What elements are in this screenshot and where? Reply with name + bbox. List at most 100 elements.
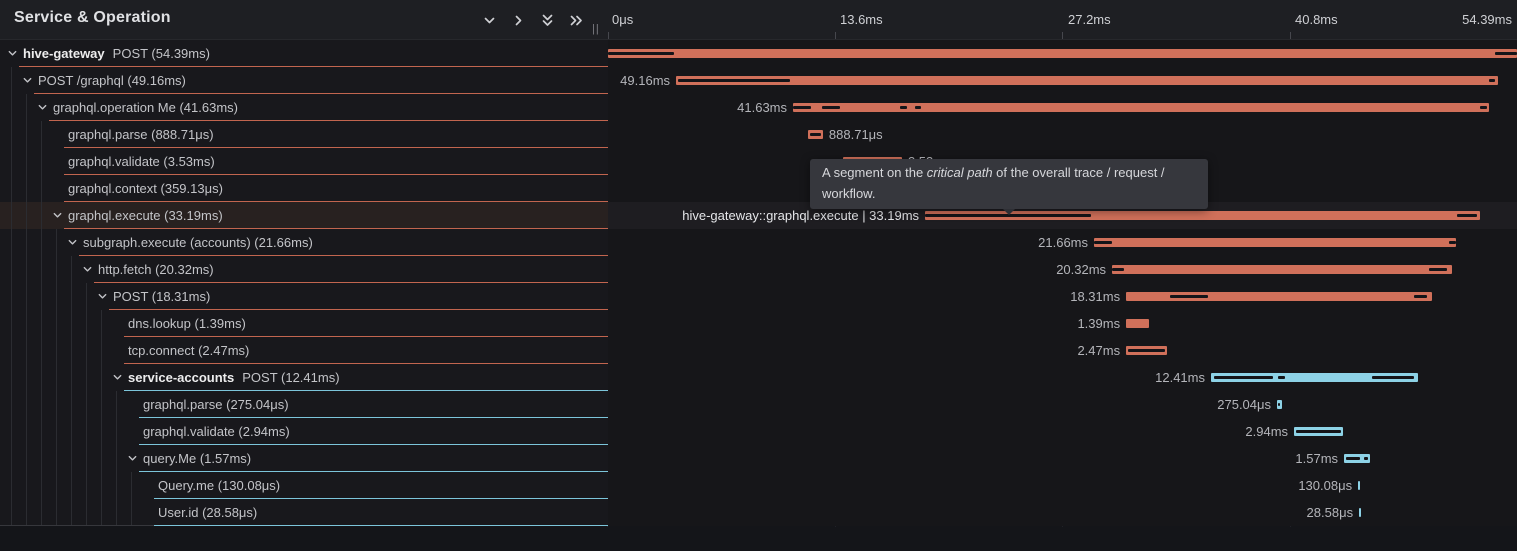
tick-label-3: 40.8ms	[1295, 12, 1338, 27]
expand-all-icon[interactable]	[564, 8, 588, 32]
span-name-cell[interactable]: POST /graphql (49.16ms)	[0, 67, 608, 94]
span-name-cell[interactable]: graphql.execute (33.19ms)	[0, 202, 608, 229]
span-bar-cell[interactable]: 20.32ms	[608, 256, 1517, 283]
indent-guide	[86, 283, 87, 525]
critical-path-segment	[1457, 214, 1477, 217]
chevron-down-icon[interactable]	[6, 47, 19, 60]
span-bar-cell[interactable]: 28.58μs	[608, 499, 1517, 526]
span-row[interactable]: graphql.validate (2.94ms)2.94ms	[0, 418, 1517, 445]
span-label: graphql.validate (3.53ms)	[68, 154, 215, 169]
span-row[interactable]: http.fetch (20.32ms)20.32ms	[0, 256, 1517, 283]
span-row[interactable]: User.id (28.58μs)28.58μs	[0, 499, 1517, 526]
span-bar-cell[interactable]: 21.66ms	[608, 229, 1517, 256]
span-name-cell[interactable]: graphql.parse (888.71μs)	[0, 121, 608, 148]
span-rows: hive-gatewayPOST (54.39ms) POST /graphql …	[0, 40, 1517, 527]
span-name-cell[interactable]: graphql.validate (3.53ms)	[0, 148, 608, 175]
span-row[interactable]: graphql.context (359.13μs)359.13μs	[0, 175, 1517, 202]
chevron-down-icon[interactable]	[36, 101, 49, 114]
span-name-cell[interactable]: dns.lookup (1.39ms)	[0, 310, 608, 337]
span-duration-label: 49.16ms	[620, 73, 670, 88]
span-row[interactable]: Query.me (130.08μs) 130.08μs	[0, 472, 1517, 499]
span-name-cell[interactable]: query.Me (1.57ms)	[0, 445, 608, 472]
span-row[interactable]: graphql.validate (3.53ms)3.53ms	[0, 148, 1517, 175]
span-duration-bar[interactable]	[1094, 238, 1456, 247]
span-name-cell[interactable]: tcp.connect (2.47ms)	[0, 337, 608, 364]
span-bar-cell[interactable]: 1.57ms	[608, 445, 1517, 472]
span-bar-cell[interactable]: 2.47ms	[608, 337, 1517, 364]
critical-path-segment	[793, 106, 811, 109]
span-bar-cell[interactable]: 1.39ms	[608, 310, 1517, 337]
critical-path-segment	[1489, 79, 1496, 82]
span-name-cell[interactable]: graphql.operation Me (41.63ms)	[0, 94, 608, 121]
collapse-all-icon[interactable]	[535, 8, 559, 32]
span-duration-bar[interactable]	[1126, 319, 1149, 328]
span-row[interactable]: service-accountsPOST (12.41ms)12.41ms	[0, 364, 1517, 391]
span-bar-cell[interactable]: 2.94ms	[608, 418, 1517, 445]
tick-label-1: 13.6ms	[840, 12, 883, 27]
span-label: hive-gatewayPOST (54.39ms)	[23, 46, 210, 61]
span-label: Query.me (130.08μs)	[158, 478, 280, 493]
span-duration-bar[interactable]	[676, 76, 1498, 85]
chevron-down-icon[interactable]	[66, 236, 79, 249]
span-name-cell[interactable]: POST (18.31ms)	[0, 283, 608, 310]
span-duration-label: 1.57ms	[1295, 451, 1338, 466]
span-name-cell[interactable]: subgraph.execute (accounts) (21.66ms)	[0, 229, 608, 256]
chevron-down-icon[interactable]	[21, 74, 34, 87]
indent-guide	[116, 391, 117, 525]
chevron-down-icon[interactable]	[81, 263, 94, 276]
span-row[interactable]: dns.lookup (1.39ms)1.39ms	[0, 310, 1517, 337]
chevron-down-icon[interactable]	[96, 290, 109, 303]
span-duration-label: 2.47ms	[1077, 343, 1120, 358]
span-row[interactable]: POST (18.31ms) 18.31ms	[0, 283, 1517, 310]
span-bar-cell[interactable]: 12.41ms	[608, 364, 1517, 391]
indent-guide	[26, 94, 27, 525]
span-row[interactable]: graphql.execute (33.19ms)hive-gateway::g…	[0, 202, 1517, 229]
span-row[interactable]: graphql.parse (275.04μs)275.04μs	[0, 391, 1517, 418]
span-row[interactable]: hive-gatewayPOST (54.39ms)	[0, 40, 1517, 67]
span-bar-cell[interactable]: 130.08μs	[608, 472, 1517, 499]
critical-path-segment	[900, 106, 907, 109]
span-duration-bar[interactable]	[608, 49, 1517, 58]
span-row[interactable]: query.Me (1.57ms) 1.57ms	[0, 445, 1517, 472]
span-bar-cell[interactable]: 49.16ms	[608, 67, 1517, 94]
span-name-cell[interactable]: User.id (28.58μs)	[0, 499, 608, 526]
span-name-cell[interactable]: http.fetch (20.32ms)	[0, 256, 608, 283]
span-row[interactable]: graphql.operation Me (41.63ms)41.63ms	[0, 94, 1517, 121]
span-bar-cell[interactable]	[608, 40, 1517, 67]
span-duration-label: 18.31ms	[1070, 289, 1120, 304]
span-duration-bar[interactable]	[1359, 508, 1361, 517]
span-name-cell[interactable]: graphql.parse (275.04μs)	[0, 391, 608, 418]
panel-resize-handle[interactable]: ||	[592, 23, 600, 35]
span-label: POST /graphql (49.16ms)	[38, 73, 186, 88]
span-duration-bar[interactable]	[1358, 481, 1360, 490]
span-name-cell[interactable]: Query.me (130.08μs)	[0, 472, 608, 499]
span-name-cell[interactable]: graphql.context (359.13μs)	[0, 175, 608, 202]
span-bar-cell[interactable]: 18.31ms	[608, 283, 1517, 310]
span-name-cell[interactable]: hive-gatewayPOST (54.39ms)	[0, 40, 608, 67]
expand-children-icon[interactable]	[506, 8, 530, 32]
span-row[interactable]: graphql.parse (888.71μs) 888.71μs	[0, 121, 1517, 148]
chevron-down-icon[interactable]	[51, 209, 64, 222]
span-duration-label: 888.71μs	[829, 127, 883, 142]
span-name-cell[interactable]: service-accountsPOST (12.41ms)	[0, 364, 608, 391]
service-name: hive-gateway	[23, 46, 105, 61]
trace-header: Service & Operation 0μs 13.6ms 27.2ms 40…	[0, 0, 1517, 40]
tick-mark	[1290, 32, 1291, 39]
span-bar-cell[interactable]: 41.63ms	[608, 94, 1517, 121]
span-duration-label: 21.66ms	[1038, 235, 1088, 250]
collapse-children-icon[interactable]	[477, 8, 501, 32]
span-duration-bar[interactable]	[793, 103, 1489, 112]
span-bar-cell[interactable]: 275.04μs	[608, 391, 1517, 418]
span-row[interactable]: subgraph.execute (accounts) (21.66ms) 21.…	[0, 229, 1517, 256]
chevron-down-icon[interactable]	[111, 371, 124, 384]
service-operation-title: Service & Operation	[14, 9, 171, 27]
span-row[interactable]: POST /graphql (49.16ms) 49.16ms	[0, 67, 1517, 94]
span-row[interactable]: tcp.connect (2.47ms) 2.47ms	[0, 337, 1517, 364]
span-name-cell[interactable]: graphql.validate (2.94ms)	[0, 418, 608, 445]
chevron-down-icon[interactable]	[126, 452, 139, 465]
span-duration-bar[interactable]	[1112, 265, 1452, 274]
critical-path-segment	[1495, 52, 1517, 55]
indent-guide	[71, 256, 72, 525]
span-bar-cell[interactable]: 888.71μs	[608, 121, 1517, 148]
critical-path-segment	[1094, 241, 1112, 244]
